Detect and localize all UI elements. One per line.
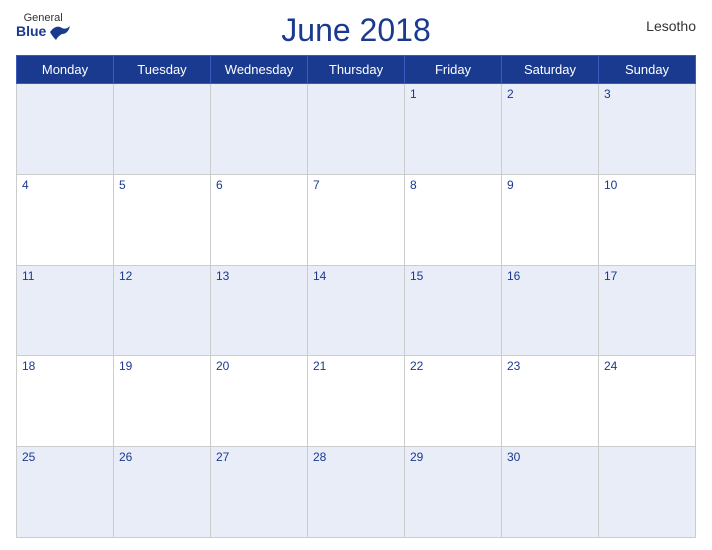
table-row: 27 bbox=[211, 447, 308, 538]
table-row: 18 bbox=[17, 356, 114, 447]
calendar-page: General Blue June 2018 Lesotho Monday Tu… bbox=[0, 0, 712, 550]
day-number: 21 bbox=[313, 359, 326, 373]
day-number: 29 bbox=[410, 450, 423, 464]
day-number: 5 bbox=[119, 178, 126, 192]
table-row: 21 bbox=[308, 356, 405, 447]
day-number: 30 bbox=[507, 450, 520, 464]
day-number: 24 bbox=[604, 359, 617, 373]
table-row: 2 bbox=[502, 84, 599, 175]
table-row: 29 bbox=[405, 447, 502, 538]
table-row: 3 bbox=[599, 84, 696, 175]
table-row bbox=[17, 84, 114, 175]
col-tuesday: Tuesday bbox=[114, 56, 211, 84]
table-row: 10 bbox=[599, 174, 696, 265]
day-number: 2 bbox=[507, 87, 514, 101]
table-row bbox=[211, 84, 308, 175]
table-row: 14 bbox=[308, 265, 405, 356]
table-row: 16 bbox=[502, 265, 599, 356]
day-number: 14 bbox=[313, 269, 326, 283]
col-sunday: Sunday bbox=[599, 56, 696, 84]
day-number: 13 bbox=[216, 269, 229, 283]
logo-general: General bbox=[24, 12, 63, 24]
logo-blue: Blue bbox=[16, 24, 46, 39]
table-row: 17 bbox=[599, 265, 696, 356]
day-number: 18 bbox=[22, 359, 35, 373]
table-row: 19 bbox=[114, 356, 211, 447]
table-row: 12 bbox=[114, 265, 211, 356]
country-label: Lesotho bbox=[646, 18, 696, 34]
table-row: 15 bbox=[405, 265, 502, 356]
day-number: 22 bbox=[410, 359, 423, 373]
calendar-table: Monday Tuesday Wednesday Thursday Friday… bbox=[16, 55, 696, 538]
col-wednesday: Wednesday bbox=[211, 56, 308, 84]
day-number: 16 bbox=[507, 269, 520, 283]
table-row: 1 bbox=[405, 84, 502, 175]
day-number: 25 bbox=[22, 450, 35, 464]
col-saturday: Saturday bbox=[502, 56, 599, 84]
col-thursday: Thursday bbox=[308, 56, 405, 84]
day-number: 6 bbox=[216, 178, 223, 192]
table-row: 13 bbox=[211, 265, 308, 356]
calendar-header-row: Monday Tuesday Wednesday Thursday Friday… bbox=[17, 56, 696, 84]
table-row: 25 bbox=[17, 447, 114, 538]
day-number: 9 bbox=[507, 178, 514, 192]
day-number: 27 bbox=[216, 450, 229, 464]
col-friday: Friday bbox=[405, 56, 502, 84]
table-row: 7 bbox=[308, 174, 405, 265]
table-row: 28 bbox=[308, 447, 405, 538]
logo-bird-icon bbox=[48, 24, 70, 40]
table-row: 5 bbox=[114, 174, 211, 265]
day-number: 15 bbox=[410, 269, 423, 283]
day-number: 7 bbox=[313, 178, 320, 192]
calendar-header: General Blue June 2018 Lesotho bbox=[16, 12, 696, 49]
table-row: 11 bbox=[17, 265, 114, 356]
table-row bbox=[599, 447, 696, 538]
calendar-body: 1234567891011121314151617181920212223242… bbox=[17, 84, 696, 538]
day-number: 26 bbox=[119, 450, 132, 464]
table-row: 4 bbox=[17, 174, 114, 265]
table-row: 8 bbox=[405, 174, 502, 265]
col-monday: Monday bbox=[17, 56, 114, 84]
table-row: 22 bbox=[405, 356, 502, 447]
day-number: 23 bbox=[507, 359, 520, 373]
day-number: 28 bbox=[313, 450, 326, 464]
day-number: 1 bbox=[410, 87, 417, 101]
table-row: 30 bbox=[502, 447, 599, 538]
day-number: 10 bbox=[604, 178, 617, 192]
table-row: 9 bbox=[502, 174, 599, 265]
logo: General Blue bbox=[16, 12, 70, 40]
table-row bbox=[308, 84, 405, 175]
day-number: 17 bbox=[604, 269, 617, 283]
day-number: 20 bbox=[216, 359, 229, 373]
day-number: 4 bbox=[22, 178, 29, 192]
table-row: 6 bbox=[211, 174, 308, 265]
day-number: 11 bbox=[22, 269, 34, 283]
calendar-title: June 2018 bbox=[281, 12, 430, 49]
day-number: 3 bbox=[604, 87, 611, 101]
table-row bbox=[114, 84, 211, 175]
day-number: 19 bbox=[119, 359, 132, 373]
day-number: 8 bbox=[410, 178, 417, 192]
table-row: 23 bbox=[502, 356, 599, 447]
table-row: 26 bbox=[114, 447, 211, 538]
table-row: 24 bbox=[599, 356, 696, 447]
table-row: 20 bbox=[211, 356, 308, 447]
day-number: 12 bbox=[119, 269, 132, 283]
